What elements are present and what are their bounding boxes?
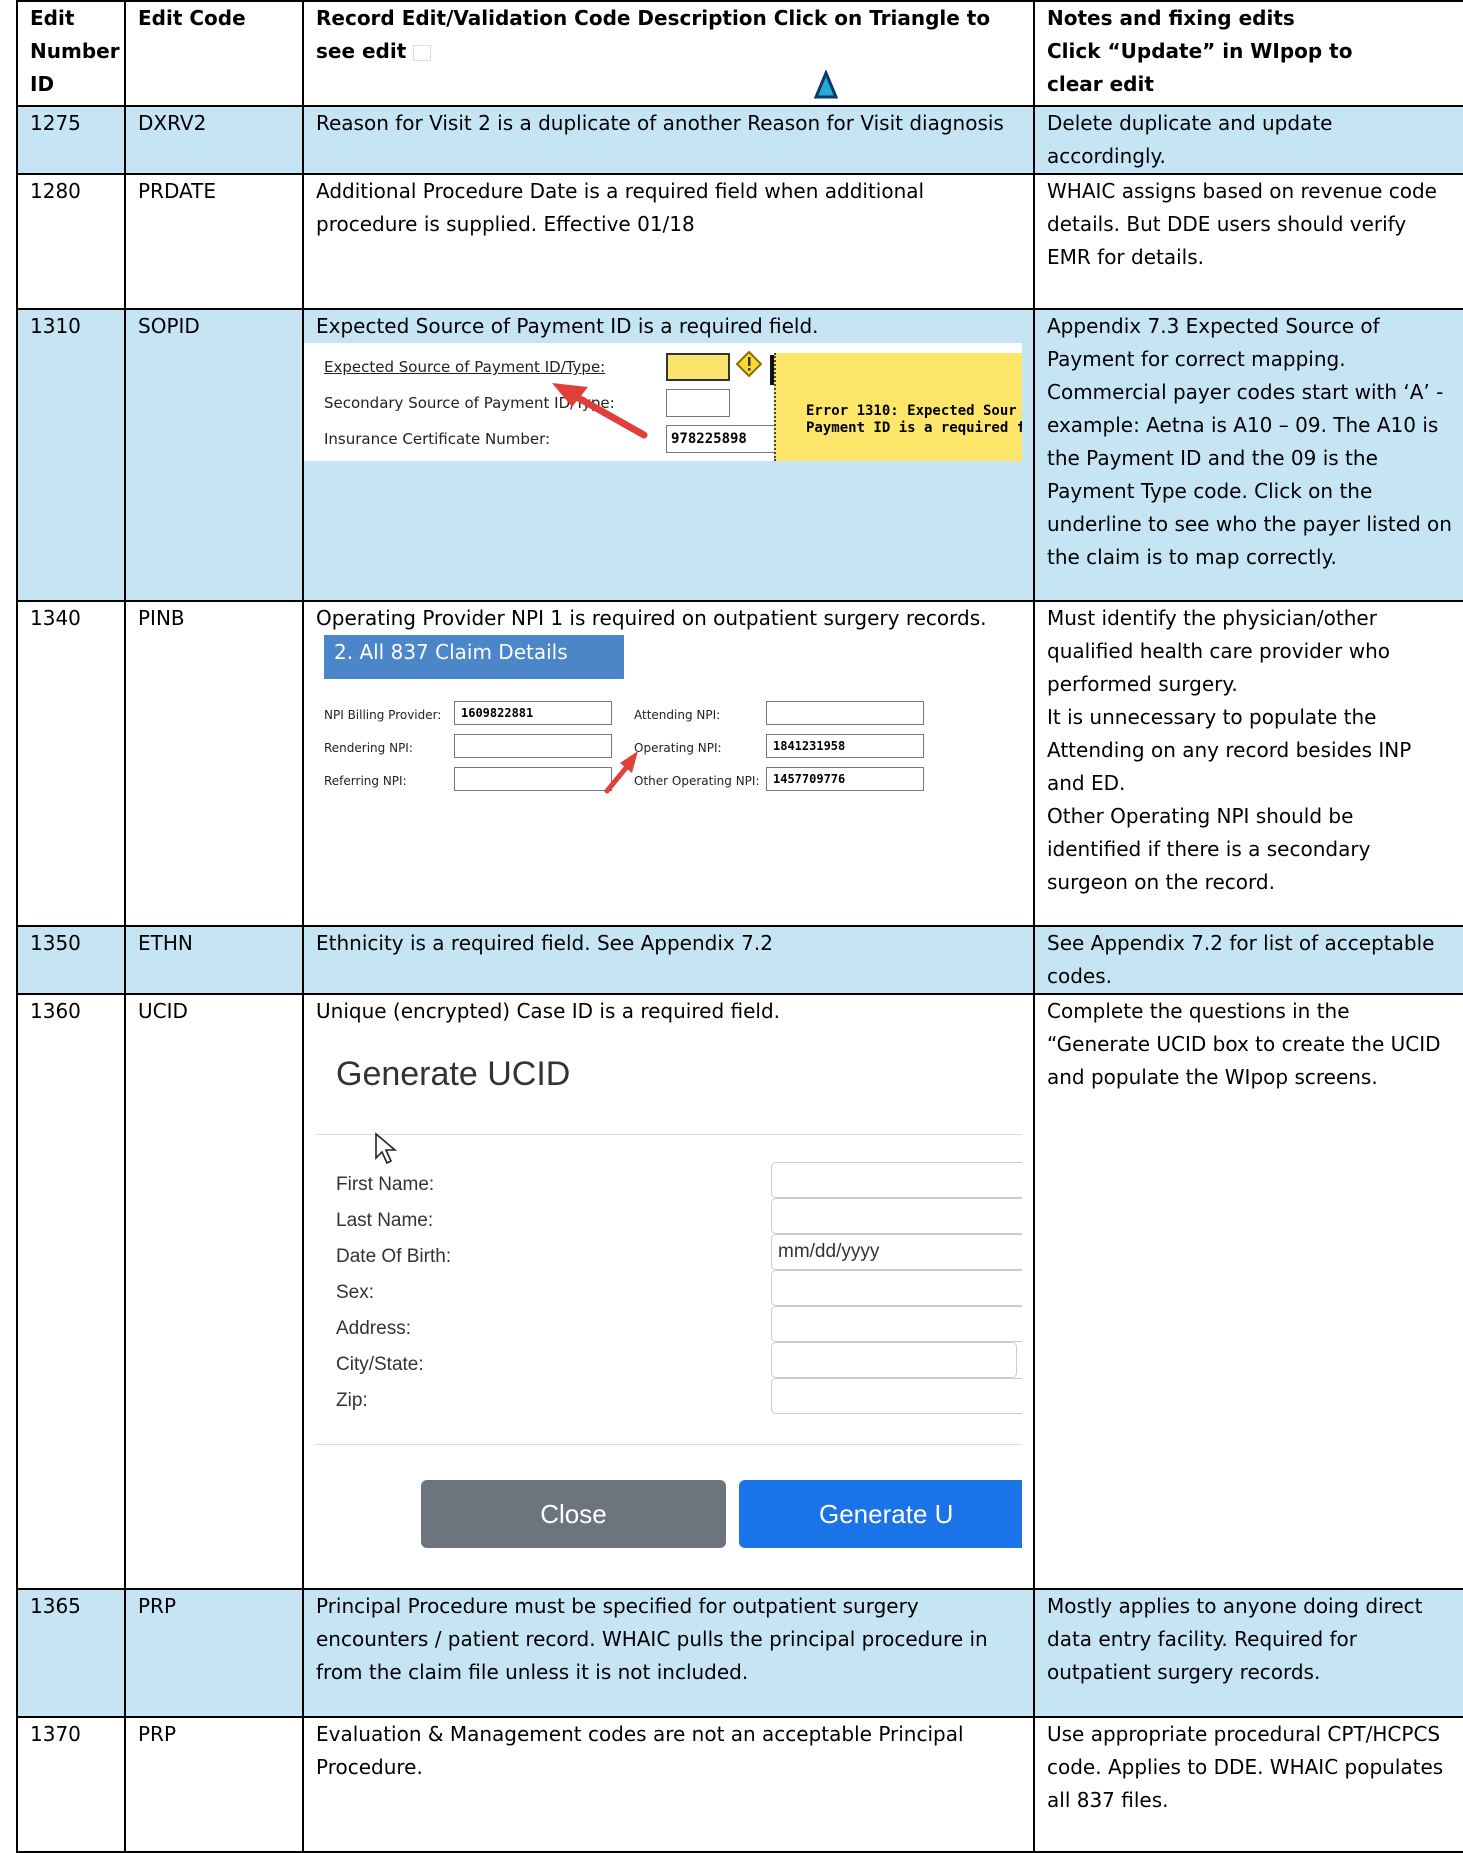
edit-code: PRP [124,1588,304,1718]
edit-description: Reason for Visit 2 is a duplicate of ano… [302,105,1035,175]
red-arrow-icon [604,751,638,794]
generate-ucid-dialog: Generate UCID First Name: Last Name: Dat… [305,1028,1022,1587]
edit-code: PINB [124,600,304,927]
address-input[interactable] [771,1306,1022,1342]
edit-notes: Must identify the physician/other qualif… [1033,600,1463,927]
edit-codes-table: Edit Number ID Edit Code Record Edit/Val… [16,0,1463,1853]
dialog-title: Generate UCID [336,1055,571,1093]
edit-id: 1350 [16,925,126,995]
first-name-input[interactable] [771,1162,1022,1198]
table-row: 1360 UCID Unique (encrypted) Case ID is … [16,993,1463,1590]
last-name-input[interactable] [771,1198,1022,1234]
triangle-icon[interactable] [814,70,838,100]
city-state-input[interactable] [771,1342,1017,1378]
city-state-label: City/State: [336,1354,424,1375]
zip-input[interactable] [771,1378,1022,1414]
header-description: Record Edit/Validation Code Description … [302,0,1035,107]
close-button[interactable]: Close [421,1480,726,1548]
white-marker [413,44,432,61]
edit-description: Operating Provider NPI 1 is required on … [302,600,1035,927]
table-row: 1350 ETHN Ethnicity is a required field.… [16,925,1463,995]
header-edit-number: Edit Number ID [16,0,126,107]
edit-id: 1340 [16,600,126,927]
edit-notes: WHAIC assigns based on revenue code deta… [1033,173,1463,310]
table-row: 1370 PRP Evaluation & Management codes a… [16,1716,1463,1853]
edit-code: ETHN [124,925,304,995]
edit-id: 1365 [16,1588,126,1718]
header-row: Edit Number ID Edit Code Record Edit/Val… [16,0,1463,107]
table-row: 1340 PINB Operating Provider NPI 1 is re… [16,600,1463,927]
dob-label: Date Of Birth: [336,1246,452,1267]
edit-id: 1360 [16,993,126,1590]
edit-code: SOPID [124,308,304,602]
edit-notes: See Appendix 7.2 for list of acceptable … [1033,925,1463,995]
table-row: 1365 PRP Principal Procedure must be spe… [16,1588,1463,1718]
edit-code: PRP [124,1716,304,1853]
address-label: Address: [336,1318,411,1339]
edit-description: Additional Procedure Date is a required … [302,173,1035,310]
edit-notes: Complete the questions in the “Generate … [1033,993,1463,1590]
dob-input[interactable]: mm/dd/yyyy [771,1234,1022,1270]
edit-notes: Appendix 7.3 Expected Source of Payment … [1033,308,1463,602]
edit-notes: Mostly applies to anyone doing direct da… [1033,1588,1463,1718]
edit-notes: Use appropriate procedural CPT/HCPCS cod… [1033,1716,1463,1853]
first-name-label: First Name: [336,1174,435,1195]
edit-description: Ethnicity is a required field. See Appen… [302,925,1035,995]
generate-ucid-button[interactable]: Generate U [739,1480,1022,1548]
edit-id: 1370 [16,1716,126,1853]
edit-code: PRDATE [124,173,304,310]
last-name-label: Last Name: [336,1210,434,1231]
edit-description: Evaluation & Management codes are not an… [302,1716,1035,1853]
divider [316,1134,1022,1135]
edit-description: Principal Procedure must be specified fo… [302,1588,1035,1718]
payment-source-screenshot: Expected Source of Payment ID/Type: Seco… [305,343,1022,461]
claim-details-screenshot: 2. All 837 Claim Details NPI Billing Pro… [305,635,1004,835]
edit-code: DXRV2 [124,105,304,175]
table-row: 1280 PRDATE Additional Procedure Date is… [16,173,1463,310]
sex-label: Sex: [336,1282,375,1303]
table-row: 1310 SOPID Expected Source of Payment ID… [16,308,1463,602]
header-edit-code: Edit Code [124,0,304,107]
header-notes: Notes and fixing edits Click “Update” in… [1033,0,1463,107]
edit-id: 1275 [16,105,126,175]
table-row: 1275 DXRV2 Reason for Visit 2 is a dupli… [16,105,1463,175]
edit-description: Unique (encrypted) Case ID is a required… [302,993,1035,1590]
edit-id: 1310 [16,308,126,602]
edit-id: 1280 [16,173,126,310]
red-arrow-icon [552,383,648,439]
edit-description: Expected Source of Payment ID is a requi… [302,308,1035,602]
sex-input[interactable] [771,1270,1022,1306]
divider [316,1444,1022,1445]
edit-code: UCID [124,993,304,1590]
zip-label: Zip: [336,1390,368,1411]
edit-notes: Delete duplicate and update accordingly. [1033,105,1463,175]
cursor-icon [375,1132,398,1165]
